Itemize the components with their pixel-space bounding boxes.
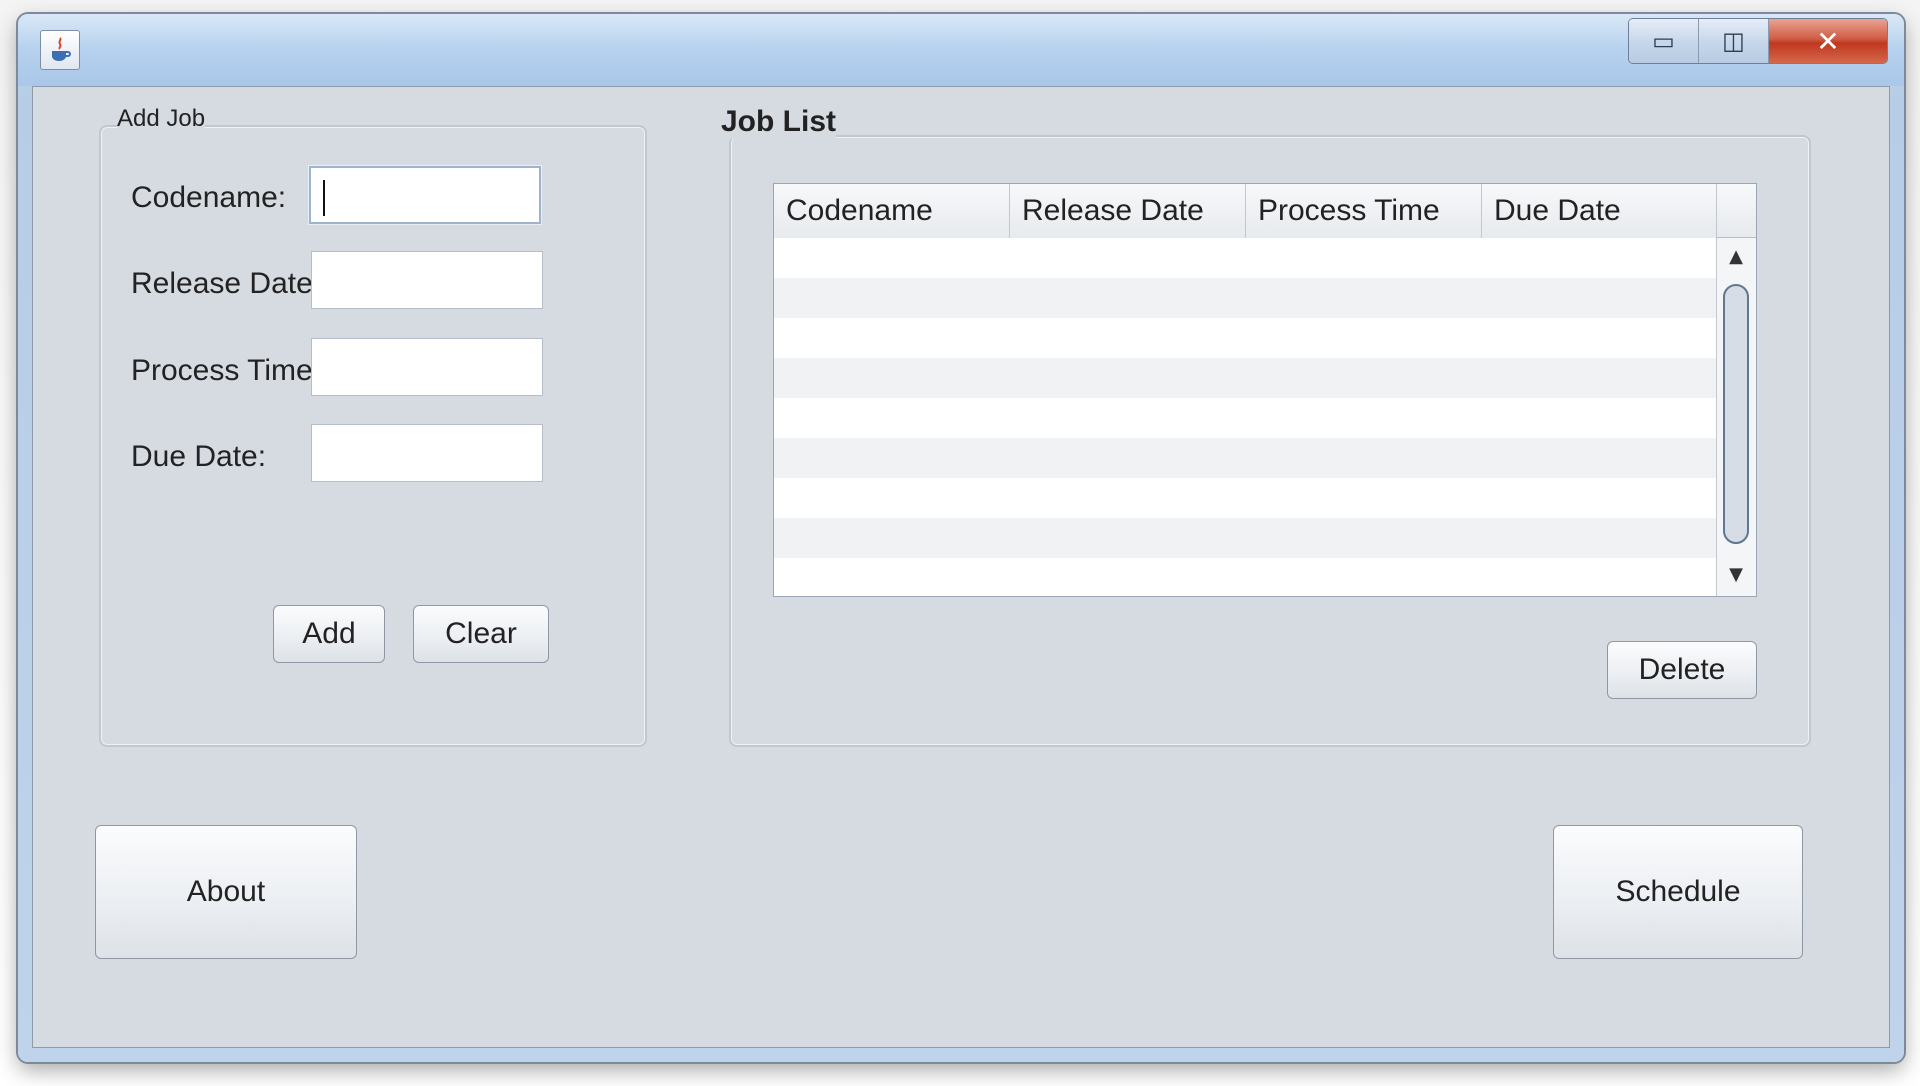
codename-label: Codename:	[131, 181, 287, 214]
minimize-button[interactable]: ▭	[1629, 19, 1699, 63]
scrollbar-thumb[interactable]	[1723, 284, 1749, 544]
maximize-button[interactable]: ◫	[1699, 19, 1769, 63]
release-date-label: Release Date:	[131, 267, 322, 300]
empty-table-row	[774, 398, 1716, 438]
clear-button[interactable]: Clear	[413, 605, 549, 663]
due-date-label: Due Date:	[131, 440, 267, 473]
codename-field[interactable]	[309, 166, 541, 224]
column-header-codename[interactable]: Codename	[774, 184, 1010, 238]
delete-button-label: Delete	[1638, 653, 1726, 686]
scroll-up-arrow-icon[interactable]: ▲	[1717, 242, 1755, 270]
empty-table-row	[774, 358, 1716, 398]
table-header: Codename Release Date Process Time Due D…	[774, 184, 1716, 239]
process-time-label: Process Time:	[131, 354, 322, 387]
app-window: ▭ ◫ ✕ Add Job Codename: Release Date: Pr…	[18, 14, 1904, 1062]
title-bar[interactable]: ▭ ◫ ✕	[18, 14, 1904, 86]
window-controls: ▭ ◫ ✕	[1628, 18, 1888, 64]
empty-table-row	[774, 318, 1716, 358]
empty-table-row	[774, 558, 1716, 596]
schedule-button-label: Schedule	[1615, 875, 1741, 908]
java-cup-icon-graphic	[52, 37, 71, 61]
clear-button-label: Clear	[445, 617, 517, 650]
due-date-field[interactable]	[311, 424, 543, 482]
close-icon: ✕	[1816, 24, 1840, 58]
column-header-release-date[interactable]: Release Date	[1010, 184, 1246, 238]
add-button[interactable]: Add	[273, 605, 385, 663]
process-time-field[interactable]	[311, 338, 543, 396]
window-content: Add Job Codename: Release Date: Process …	[32, 86, 1890, 1048]
close-button[interactable]: ✕	[1769, 19, 1887, 63]
schedule-button[interactable]: Schedule	[1553, 825, 1803, 959]
add-button-label: Add	[302, 617, 356, 650]
maximize-icon: ◫	[1722, 27, 1745, 55]
add-job-title: Add Job	[117, 105, 206, 133]
vertical-scrollbar[interactable]: ▲ ▼	[1716, 238, 1756, 596]
text-caret	[323, 180, 325, 216]
delete-button[interactable]: Delete	[1607, 641, 1757, 699]
table-corner	[1716, 184, 1756, 238]
job-table[interactable]: Codename Release Date Process Time Due D…	[773, 183, 1757, 597]
about-button-label: About	[186, 875, 266, 908]
minimize-icon: ▭	[1652, 27, 1675, 55]
empty-table-row	[774, 278, 1716, 318]
about-button[interactable]: About	[95, 825, 357, 959]
job-list-title: Job List	[721, 105, 837, 139]
empty-table-row	[774, 238, 1716, 278]
column-header-process-time[interactable]: Process Time	[1246, 184, 1482, 238]
table-body[interactable]	[774, 238, 1716, 596]
scroll-down-arrow-icon[interactable]: ▼	[1717, 560, 1755, 588]
column-header-due-date[interactable]: Due Date	[1482, 184, 1716, 238]
empty-table-row	[774, 438, 1716, 478]
release-date-field[interactable]	[311, 251, 543, 309]
empty-table-row	[774, 518, 1716, 558]
java-cup-icon[interactable]	[40, 30, 80, 70]
empty-table-row	[774, 478, 1716, 518]
